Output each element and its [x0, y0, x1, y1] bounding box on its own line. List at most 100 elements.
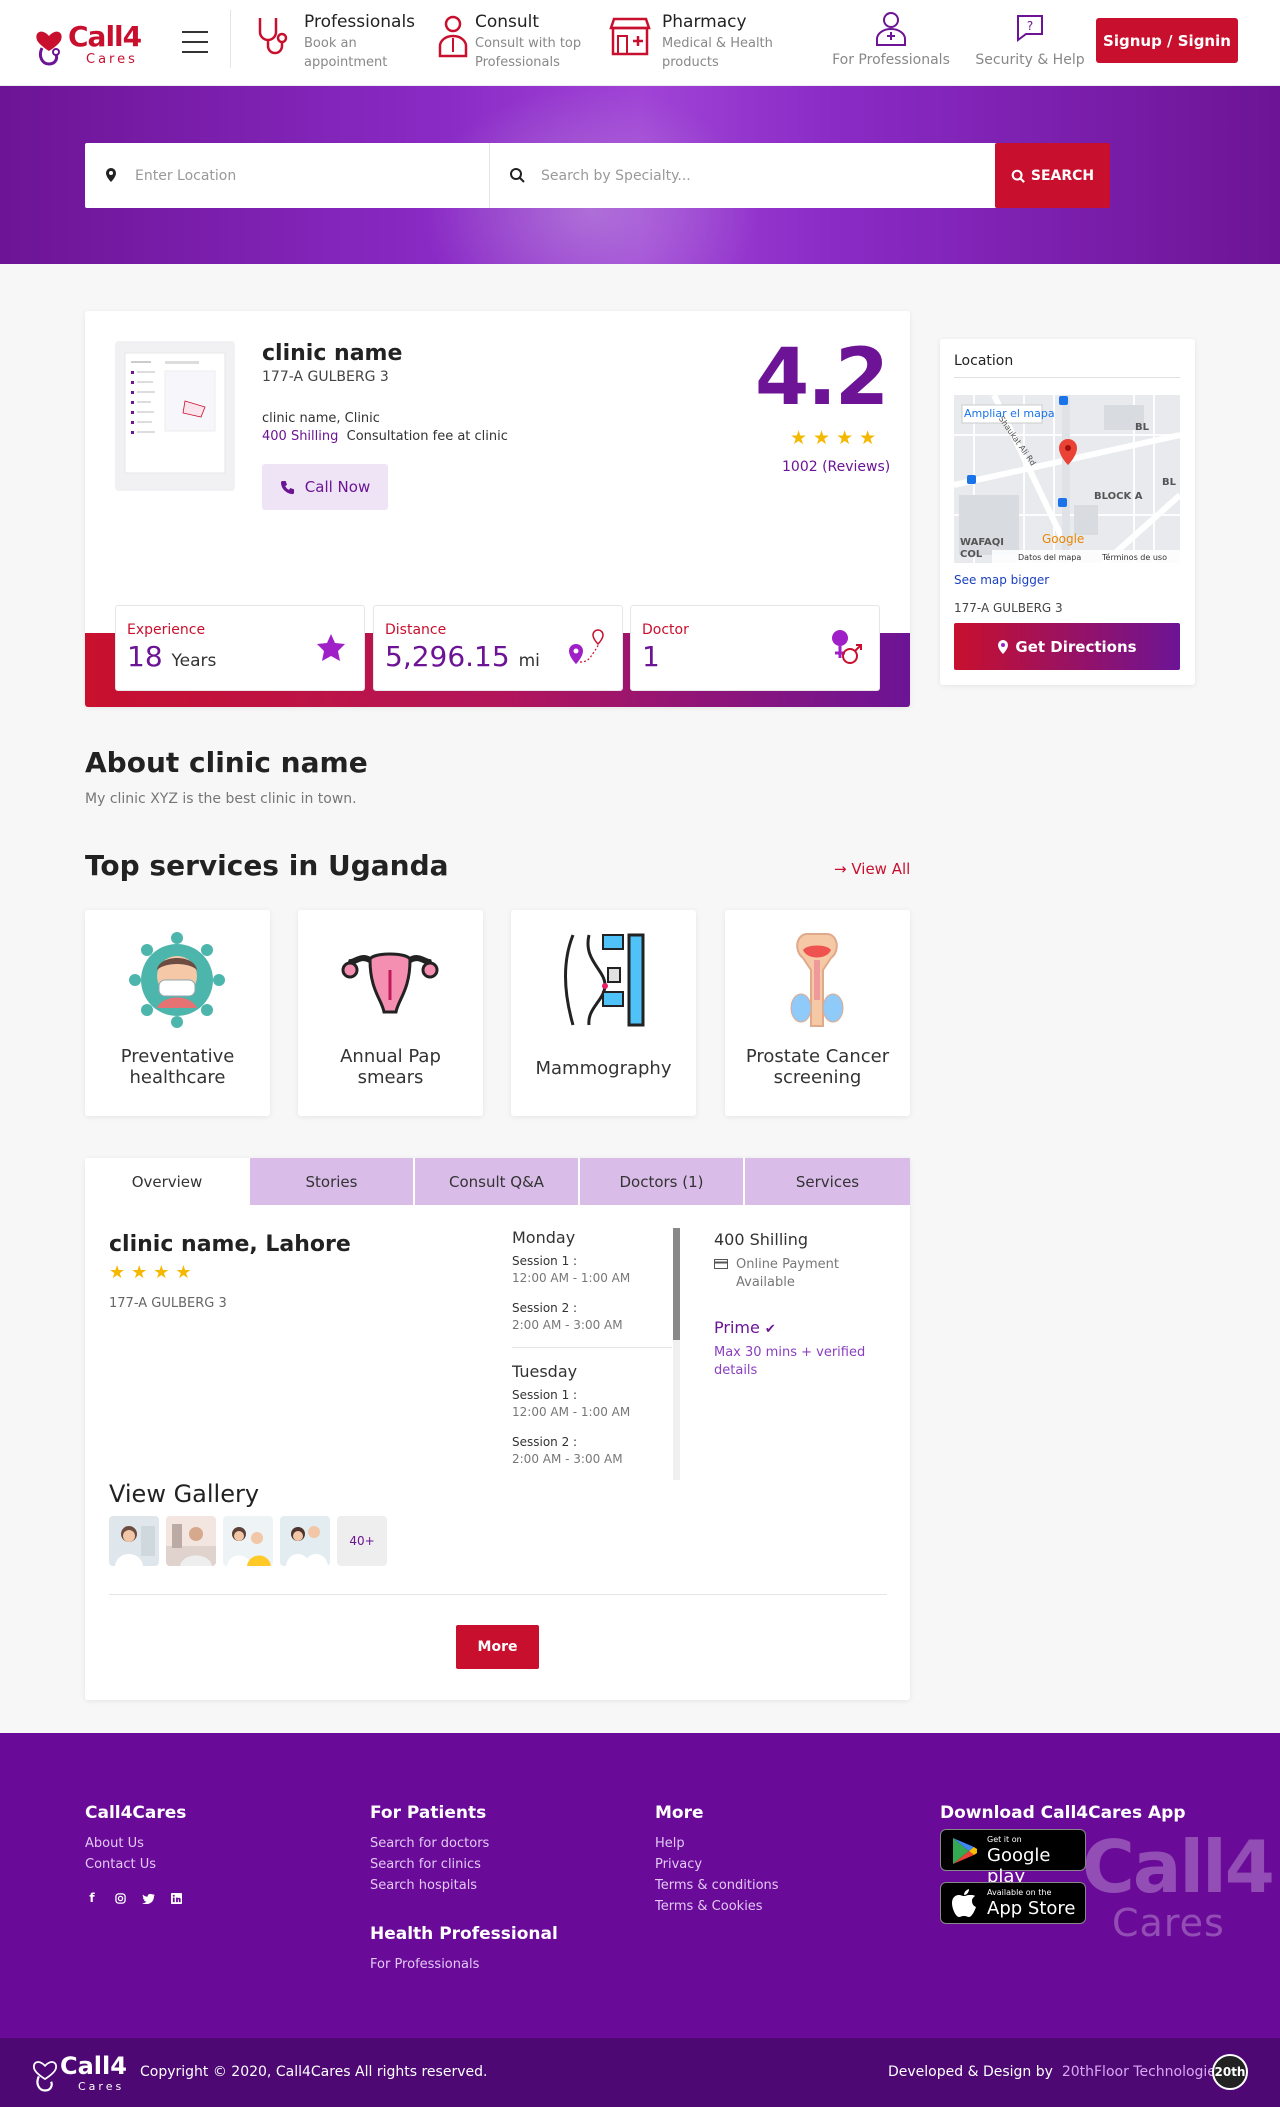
tab-consult-qa[interactable]: Consult Q&A [414, 1158, 578, 1205]
app-store-small: Available on the [987, 1888, 1052, 1897]
overview-rating-stars: ★★★★ [109, 1262, 198, 1283]
google-play-label: Google play [987, 1845, 1051, 1887]
view-all-link[interactable]: → View All [834, 860, 910, 878]
hamburger-menu-icon[interactable] [182, 31, 208, 53]
service-card-pap-smears[interactable]: Annual Pap smears [298, 910, 483, 1116]
session-item: Session 1 :12:00 AM - 1:00 AM [512, 1254, 631, 1285]
bottom-bar: Call4 Cares Copyright © 2020, Call4Cares… [0, 2038, 1280, 2107]
route-pin-icon [569, 629, 604, 664]
nav-consult[interactable]: Consult Consult with top Professionals [436, 10, 606, 76]
overview-clinic-name: clinic name, Lahore [109, 1232, 351, 1257]
footer-col-call4cares: Call4Cares About Us Contact Us [85, 1803, 186, 1875]
divider [512, 1347, 672, 1348]
embedded-map[interactable]: Shaukat Ali Rd BL BLOCK A BL WAFAQI COL … [954, 395, 1180, 563]
footer-logo[interactable]: Call4 Cares [30, 2050, 135, 2096]
gallery-more-button[interactable]: 40+ [337, 1516, 387, 1566]
gallery-thumbnail[interactable] [223, 1516, 273, 1566]
footer-link-about[interactable]: About Us [85, 1833, 186, 1854]
footer-watermark-sub: Cares [1112, 1901, 1225, 1945]
google-logo: Google [1042, 532, 1084, 546]
nav-security-help[interactable]: ? Security & Help [972, 10, 1088, 76]
service-label: Mammography [535, 1058, 672, 1079]
heart-stethoscope-icon [36, 31, 62, 66]
service-card-preventative[interactable]: Preventative healthcare [85, 910, 270, 1116]
footer-link-search-clinics[interactable]: Search for clinics [370, 1854, 558, 1875]
more-button[interactable]: More [456, 1625, 539, 1669]
footer-link-search-hospitals[interactable]: Search hospitals [370, 1875, 558, 1896]
copyright-text: Copyright © 2020, Call4Cares All rights … [140, 2064, 488, 2080]
footer-link-terms[interactable]: Terms & conditions [655, 1875, 779, 1896]
app-store-label: App Store [987, 1898, 1076, 1919]
footer-logo-subtext: Cares [78, 2080, 125, 2093]
nav-for-professionals[interactable]: For Professionals [830, 10, 952, 76]
location-input[interactable] [135, 143, 465, 208]
clinic-screenshot-thumbnail [124, 352, 226, 474]
twitter-icon[interactable] [141, 1891, 155, 1905]
footer-heading: For Patients [370, 1803, 487, 1823]
nav-pharmacy[interactable]: Pharmacy Medical & Health products [608, 10, 798, 76]
map-label-col: COL [960, 549, 983, 560]
apple-icon [952, 1889, 976, 1917]
footer-link-for-professionals[interactable]: For Professionals [370, 1954, 558, 1975]
reviews-count[interactable]: 1002 (Reviews) [782, 459, 890, 475]
session-item: Session 2 :2:00 AM - 3:00 AM [512, 1301, 623, 1332]
clinic-details-tabs-card: Overview Stories Consult Q&A Doctors (1)… [85, 1158, 910, 1700]
nav-title: Pharmacy [662, 12, 747, 32]
credit-card-icon [714, 1259, 728, 1269]
divider [954, 377, 1180, 378]
gallery-thumbnail[interactable] [166, 1516, 216, 1566]
nav-subtitle: Medical & Health products [662, 36, 773, 70]
footer-link-search-doctors[interactable]: Search for doctors [370, 1833, 558, 1854]
footer-heading: Download Call4Cares App [940, 1803, 1186, 1823]
service-card-mammography[interactable]: Mammography [511, 910, 696, 1116]
gallery-thumbnail[interactable] [280, 1516, 330, 1566]
footer-link-contact[interactable]: Contact Us [85, 1854, 186, 1875]
clinic-address: 177-A GULBERG 3 [262, 369, 389, 385]
mammography-icon [564, 933, 645, 1027]
tab-stories[interactable]: Stories [249, 1158, 413, 1205]
specialty-search-input[interactable] [541, 143, 1041, 208]
nav-title: Professionals [304, 12, 416, 32]
google-play-button[interactable]: Get it on Google play [940, 1829, 1086, 1887]
search-button[interactable]: SEARCH [995, 143, 1110, 208]
call4cares-logo[interactable]: Call4 Cares [30, 14, 155, 72]
map-enlarge-link[interactable]: Ampliar el mapa [964, 407, 1055, 420]
call-now-button[interactable]: Call Now [262, 464, 388, 510]
see-map-bigger-link[interactable]: See map bigger [954, 573, 1049, 587]
get-directions-button[interactable]: Get Directions [954, 623, 1180, 670]
map-tiles: Shaukat Ali Rd BL BLOCK A BL WAFAQI COL … [954, 395, 1180, 563]
fee-amount: 400 Shilling [714, 1230, 808, 1249]
map-label-bl1: BL [1135, 422, 1150, 433]
clinic-image[interactable] [115, 341, 235, 491]
footer-heading: Health Professional [370, 1924, 558, 1944]
nav-professionals[interactable]: Professionals Book an appointment [250, 10, 430, 76]
gallery-title: View Gallery [109, 1480, 260, 1508]
developer-link[interactable]: 20thFloor Technologies [1062, 2064, 1223, 2080]
gallery-thumbnail[interactable] [109, 1516, 159, 1566]
location-address: 177-A GULBERG 3 [954, 601, 1063, 615]
footer-col-more: More Help Privacy Terms & conditions Ter… [655, 1803, 779, 1917]
map-pin-icon [998, 639, 1009, 654]
tab-overview[interactable]: Overview [85, 1158, 249, 1205]
tab-services[interactable]: Services [744, 1158, 910, 1205]
footer-link-cookies[interactable]: Terms & Cookies [655, 1896, 779, 1917]
facebook-icon[interactable]: f [85, 1891, 99, 1905]
clinic-type: clinic name, Clinic [262, 411, 380, 426]
footer-link-privacy[interactable]: Privacy [655, 1854, 779, 1875]
signup-signin-button[interactable]: Signup / Signin [1096, 18, 1238, 63]
schedule-day: Tuesday Session 1 :12:00 AM - 1:00 AM Se… [512, 1362, 680, 1468]
map-label-block-a: BLOCK A [1094, 491, 1143, 502]
footer-link-help[interactable]: Help [655, 1833, 779, 1854]
service-card-prostate[interactable]: Prostate Cancer screening [725, 910, 910, 1116]
nav-label: Security & Help [975, 52, 1085, 68]
overview-address: 177-A GULBERG 3 [109, 1296, 227, 1311]
tab-doctors[interactable]: Doctors (1) [579, 1158, 743, 1205]
app-store-button[interactable]: Available on the App Store [940, 1882, 1086, 1924]
nav-subtitle: Consult with top Professionals [475, 36, 582, 70]
schedule-scrollbar[interactable] [673, 1228, 680, 1480]
hero-banner: SEARCH [0, 86, 1280, 264]
linkedin-icon[interactable] [169, 1891, 183, 1905]
instagram-icon[interactable] [113, 1891, 127, 1905]
top-header: Call4 Cares Professionals Book an appoint… [0, 0, 1280, 86]
get-directions-label: Get Directions [1015, 637, 1137, 656]
